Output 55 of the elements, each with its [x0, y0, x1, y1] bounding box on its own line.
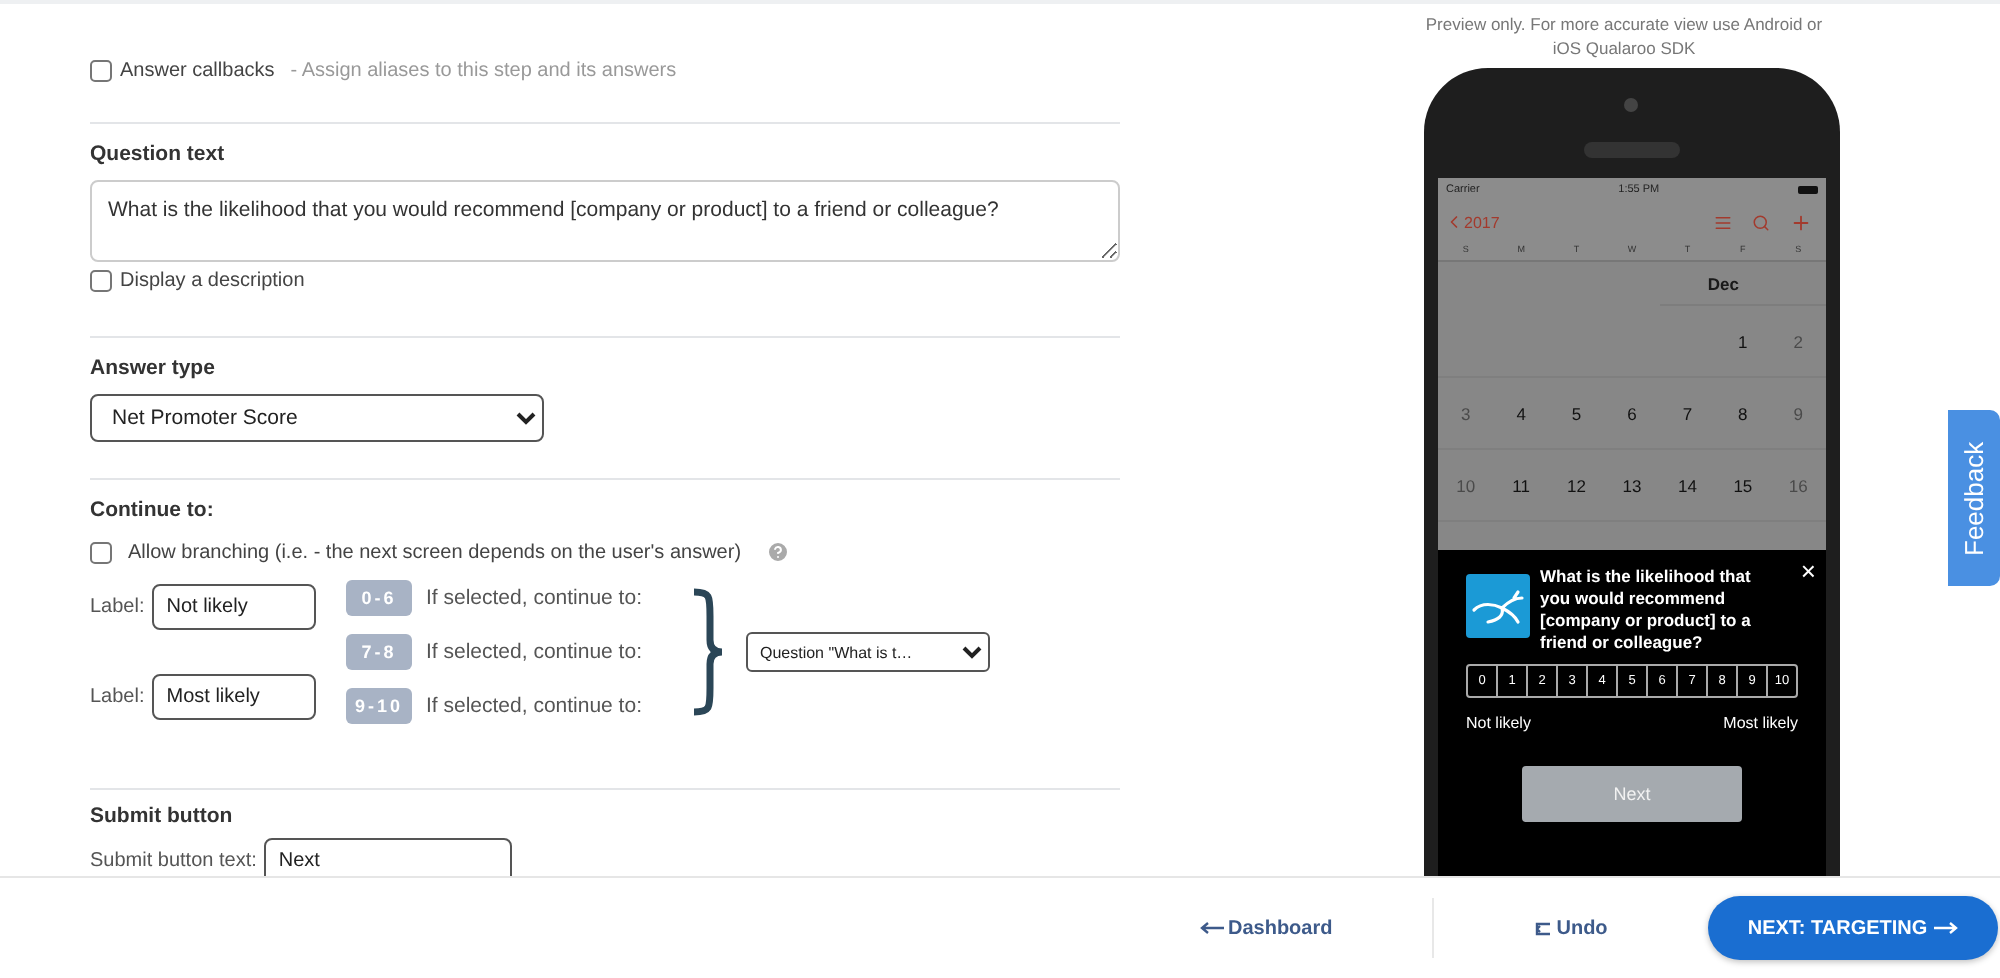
calendar-day[interactable]: 6 [1604, 403, 1660, 423]
allow-branching-checkbox[interactable] [90, 541, 112, 563]
continue-to-label: If selected, continue to: [426, 586, 642, 610]
calendar-day[interactable]: 11 [1493, 475, 1549, 495]
range-badge: 0-6 [346, 580, 412, 616]
answer-callbacks-hint: - Assign aliases to this step and its answers [290, 60, 677, 82]
answer-type-heading: Answer type [90, 356, 217, 380]
answer-callbacks-label: Answer callbacks [120, 60, 275, 82]
continue-to-label: If selected, continue to: [426, 694, 642, 718]
list-icon[interactable] [1714, 213, 1732, 231]
calendar-day[interactable]: 5 [1548, 403, 1605, 423]
add-icon[interactable] [1790, 211, 1812, 233]
range-badge: 9-10 [346, 688, 412, 724]
right-arrow-icon [1933, 922, 1958, 934]
display-description-checkbox[interactable] [90, 270, 112, 292]
answer-callbacks-checkbox[interactable] [90, 60, 112, 82]
camera-icon [1624, 98, 1638, 112]
next-targeting-button[interactable]: NEXT: TARGETING [1707, 896, 1998, 960]
continue-to-label: If selected, continue to: [426, 640, 642, 664]
continue-to-heading: Continue to: [90, 498, 216, 522]
range-badge: 7-8 [346, 634, 412, 670]
label-field[interactable]: Most likely [152, 674, 317, 720]
left-arrow-icon [1200, 922, 1224, 934]
allow-branching-label: Allow branching (i.e. - the next screen depends on the user's answer) [128, 541, 742, 563]
calendar-day[interactable]: 15 [1715, 475, 1771, 495]
calendar-day[interactable]: 12 [1548, 475, 1605, 495]
month-label: Dec [1659, 262, 1826, 306]
brace-icon [689, 588, 726, 716]
submit-button-text-field[interactable]: Next [264, 838, 513, 876]
high-end-label: Most likely [1723, 714, 1798, 732]
calendar-day[interactable]: 7 [1659, 403, 1716, 423]
close-icon[interactable]: × [1800, 556, 1816, 586]
dashboard-link[interactable]: Dashboard [1200, 917, 1333, 939]
low-end-label: Not likely [1466, 714, 1531, 732]
search-icon[interactable] [1752, 213, 1770, 231]
calendar-day[interactable]: 8 [1715, 403, 1771, 423]
calendar-day[interactable]: 14 [1659, 475, 1716, 495]
label-caption: Label: [90, 596, 145, 618]
submit-button-caption: Submit button text: [90, 850, 257, 872]
calendar-day[interactable]: 13 [1604, 475, 1660, 495]
destination-dropdown[interactable]: Question "What is t… [745, 632, 990, 672]
question-text-field[interactable]: What is the likelihood that you would recommend [company or product] to a friend or colleague? [90, 180, 1120, 262]
battery-icon [1797, 186, 1818, 194]
help-icon[interactable] [765, 540, 790, 564]
label-caption: Label: [90, 686, 145, 708]
display-description-label: Display a description [120, 270, 305, 292]
answer-type-dropdown[interactable]: Net Promoter Score [90, 394, 544, 442]
label-field[interactable]: Not likely [152, 584, 317, 630]
question-text-heading: Question text [90, 142, 227, 166]
survey-question: What is the likelihood that you would recommend [company or product] to a friend or colleague? [1540, 566, 1753, 654]
undo-link[interactable]: Undo [1534, 917, 1608, 939]
calendar-day[interactable]: 1 [1715, 331, 1771, 351]
preview-note: Preview only. For more accurate view use Android or iOS Qualaroo SDK [1424, 12, 1824, 60]
calendar-day[interactable]: 4 [1493, 403, 1549, 423]
submit-button-heading: Submit button [90, 804, 235, 828]
